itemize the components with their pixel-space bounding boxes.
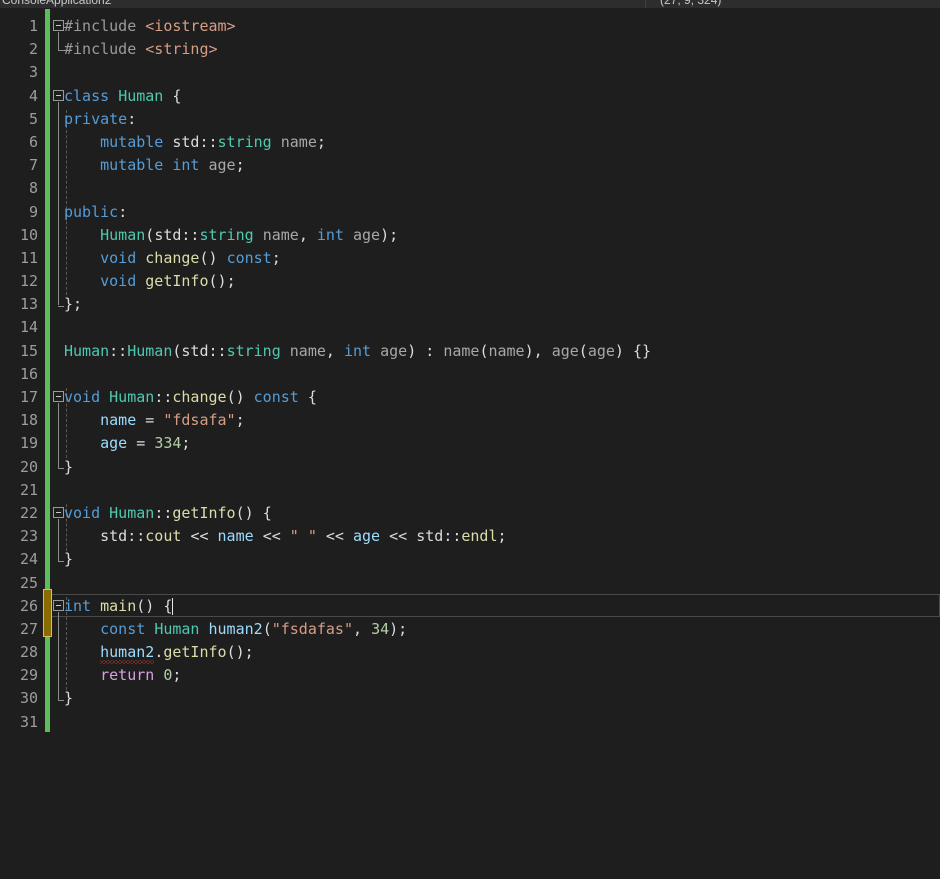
fold-toggle-icon[interactable] [53, 90, 64, 101]
line-number: 30 [0, 687, 38, 710]
code-line[interactable] [64, 61, 940, 84]
fold-range-line [58, 403, 59, 468]
code-line[interactable]: std::cout << name << " " << age << std::… [64, 525, 940, 548]
code-line[interactable]: human2.getInfo(); [64, 641, 940, 664]
code-line[interactable]: } [64, 687, 940, 710]
line-number: 3 [0, 61, 38, 84]
fold-toggle-icon[interactable] [53, 20, 64, 31]
line-number: 6 [0, 131, 38, 154]
line-number: 19 [0, 432, 38, 455]
code-line[interactable]: } [64, 456, 940, 479]
line-number: 17 [0, 386, 38, 409]
line-number: 29 [0, 664, 38, 687]
line-number: 2 [0, 38, 38, 61]
line-number: 28 [0, 641, 38, 664]
fold-toggle-icon[interactable] [53, 391, 64, 402]
line-number: 25 [0, 572, 38, 595]
code-line[interactable]: void Human::getInfo() { [64, 502, 940, 525]
code-line[interactable] [64, 316, 940, 339]
fold-toggle-icon[interactable] [53, 600, 64, 611]
caret-position-indicator: (27, 9, 324) [660, 0, 721, 7]
code-text-area[interactable]: #include <iostream>#include <string> cla… [64, 15, 940, 734]
line-number: 16 [0, 363, 38, 386]
editor-surface[interactable]: 1234567891011121314151617181920212223242… [0, 8, 940, 879]
code-line[interactable] [64, 479, 940, 502]
fold-range-line [58, 612, 59, 700]
code-line[interactable]: #include <iostream> [64, 15, 940, 38]
line-number: 7 [0, 154, 38, 177]
fold-range-line [58, 519, 59, 560]
line-number: 13 [0, 293, 38, 316]
line-number: 8 [0, 177, 38, 200]
code-line[interactable] [64, 177, 940, 200]
line-number: 18 [0, 409, 38, 432]
code-line[interactable]: age = 334; [64, 432, 940, 455]
line-number: 1 [0, 15, 38, 38]
code-line[interactable]: mutable int age; [64, 154, 940, 177]
code-line[interactable]: }; [64, 293, 940, 316]
window-title-bar: ConsoleApplication2 (27, 9, 324) [0, 0, 940, 8]
code-line[interactable]: public: [64, 201, 940, 224]
code-line[interactable]: mutable std::string name; [64, 131, 940, 154]
fold-range-line [58, 102, 59, 306]
text-caret [172, 598, 173, 615]
code-line[interactable]: Human::Human(std::string name, int age) … [64, 340, 940, 363]
line-number: 4 [0, 85, 38, 108]
line-number: 24 [0, 548, 38, 571]
line-number: 20 [0, 456, 38, 479]
line-number: 31 [0, 711, 38, 734]
line-number: 10 [0, 224, 38, 247]
code-line[interactable]: return 0; [64, 664, 940, 687]
code-line[interactable]: #include <string> [64, 38, 940, 61]
error-squiggle [100, 660, 154, 664]
line-number: 22 [0, 502, 38, 525]
titlebar-divider [645, 0, 646, 8]
line-number: 15 [0, 340, 38, 363]
code-line[interactable]: Human(std::string name, int age); [64, 224, 940, 247]
code-line[interactable]: } [64, 548, 940, 571]
line-number: 14 [0, 316, 38, 339]
line-number: 11 [0, 247, 38, 270]
line-number: 26 [0, 595, 38, 618]
code-line[interactable]: void getInfo(); [64, 270, 940, 293]
line-number: 9 [0, 201, 38, 224]
line-number: 12 [0, 270, 38, 293]
code-line[interactable]: private: [64, 108, 940, 131]
code-line[interactable]: int main() { [64, 595, 940, 618]
code-line[interactable] [64, 572, 940, 595]
window-title: ConsoleApplication2 [2, 0, 111, 7]
code-line[interactable]: void change() const; [64, 247, 940, 270]
line-number: 5 [0, 108, 38, 131]
fold-range-line [58, 32, 59, 50]
code-line[interactable]: class Human { [64, 85, 940, 108]
code-line[interactable] [64, 363, 940, 386]
line-number-gutter: 1234567891011121314151617181920212223242… [0, 15, 38, 734]
code-line[interactable]: name = "fdsafa"; [64, 409, 940, 432]
code-line[interactable]: const Human human2("fsdafas", 34); [64, 618, 940, 641]
change-bar-unsaved [43, 589, 52, 637]
code-editor-window: ConsoleApplication2 (27, 9, 324) 1234567… [0, 0, 940, 879]
line-number: 21 [0, 479, 38, 502]
code-line[interactable]: void Human::change() const { [64, 386, 940, 409]
line-number: 23 [0, 525, 38, 548]
line-number: 27 [0, 618, 38, 641]
fold-toggle-icon[interactable] [53, 507, 64, 518]
code-line[interactable] [64, 711, 940, 734]
